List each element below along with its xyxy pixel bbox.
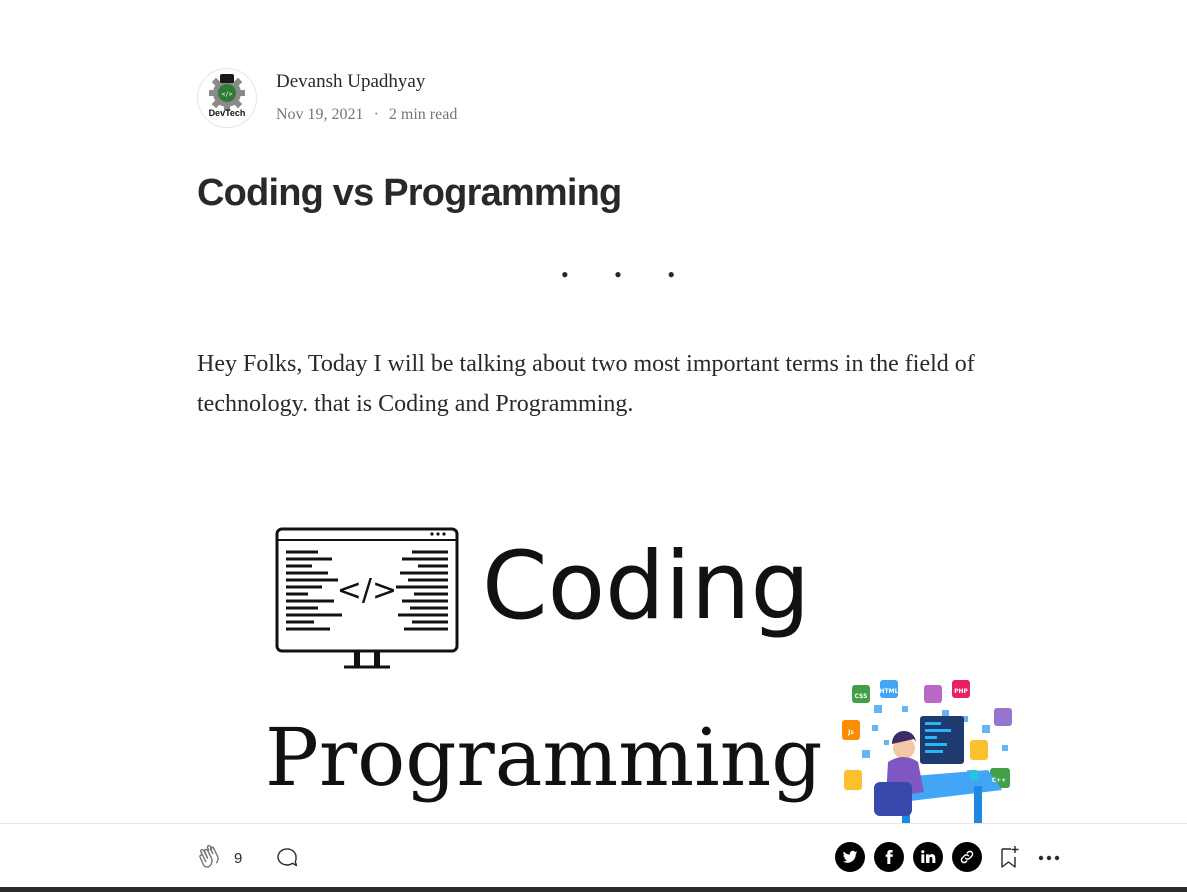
comment-icon [277, 848, 298, 867]
more-icon [1038, 855, 1060, 861]
twitter-icon [842, 850, 858, 863]
tech-badge-label: C++ [992, 777, 1006, 784]
author-row: </> DevTech Devansh Upadhyay Nov 19, 202… [197, 68, 457, 128]
copy-link-button[interactable] [952, 842, 982, 872]
gear-avatar-icon: </> [209, 74, 245, 111]
tech-badge-label: Js [847, 729, 854, 736]
tech-badge-label: PHP [954, 688, 968, 695]
hero-image: </> CSS HTML PHP Js C++ Coding Programmi… [262, 520, 1022, 824]
publish-date: Nov 19, 2021 [276, 106, 364, 123]
linkedin-icon [921, 850, 936, 863]
avatar-label: DevTech [208, 108, 246, 118]
section-break: • • • [560, 262, 696, 287]
svg-text:</>: </> [222, 91, 233, 98]
meta-separator: · [373, 106, 379, 123]
clap-count: 9 [234, 849, 243, 867]
author-name-link[interactable]: Devansh Upadhyay [276, 71, 457, 93]
post-meta: Nov 19, 2021 · 2 min read [276, 105, 457, 125]
article-action-bar: 9 [0, 823, 1187, 888]
more-options-button[interactable] [1037, 848, 1061, 868]
tech-badge-label: HTML [880, 688, 899, 695]
code-glyph: </> [337, 573, 397, 608]
read-time: 2 min read [388, 106, 458, 123]
share-facebook-button[interactable] [874, 842, 904, 872]
programmer-illustration-icon [842, 680, 1012, 824]
clap-icon [199, 844, 219, 868]
author-avatar[interactable]: </> DevTech [197, 68, 257, 128]
hero-word-programming: Programming [265, 711, 823, 804]
clap-button[interactable]: 9 [197, 844, 242, 872]
copy-link-icon [960, 850, 974, 864]
facebook-icon [885, 850, 893, 864]
tech-badge-label: CSS [855, 693, 868, 700]
article-paragraph: Hey Folks, Today I will be talking about… [197, 351, 975, 417]
share-linkedin-button[interactable] [913, 842, 943, 872]
comment-button[interactable] [276, 846, 300, 870]
bottom-edge [0, 887, 1187, 892]
author-meta: Devansh Upadhyay Nov 19, 2021 · 2 min read [276, 68, 457, 125]
hero-word-coding: Coding [482, 532, 811, 641]
bookmark-button[interactable] [998, 844, 1022, 870]
bookmark-icon [1001, 846, 1019, 868]
share-twitter-button[interactable] [835, 842, 865, 872]
article-title: Coding vs Programming [197, 172, 622, 214]
